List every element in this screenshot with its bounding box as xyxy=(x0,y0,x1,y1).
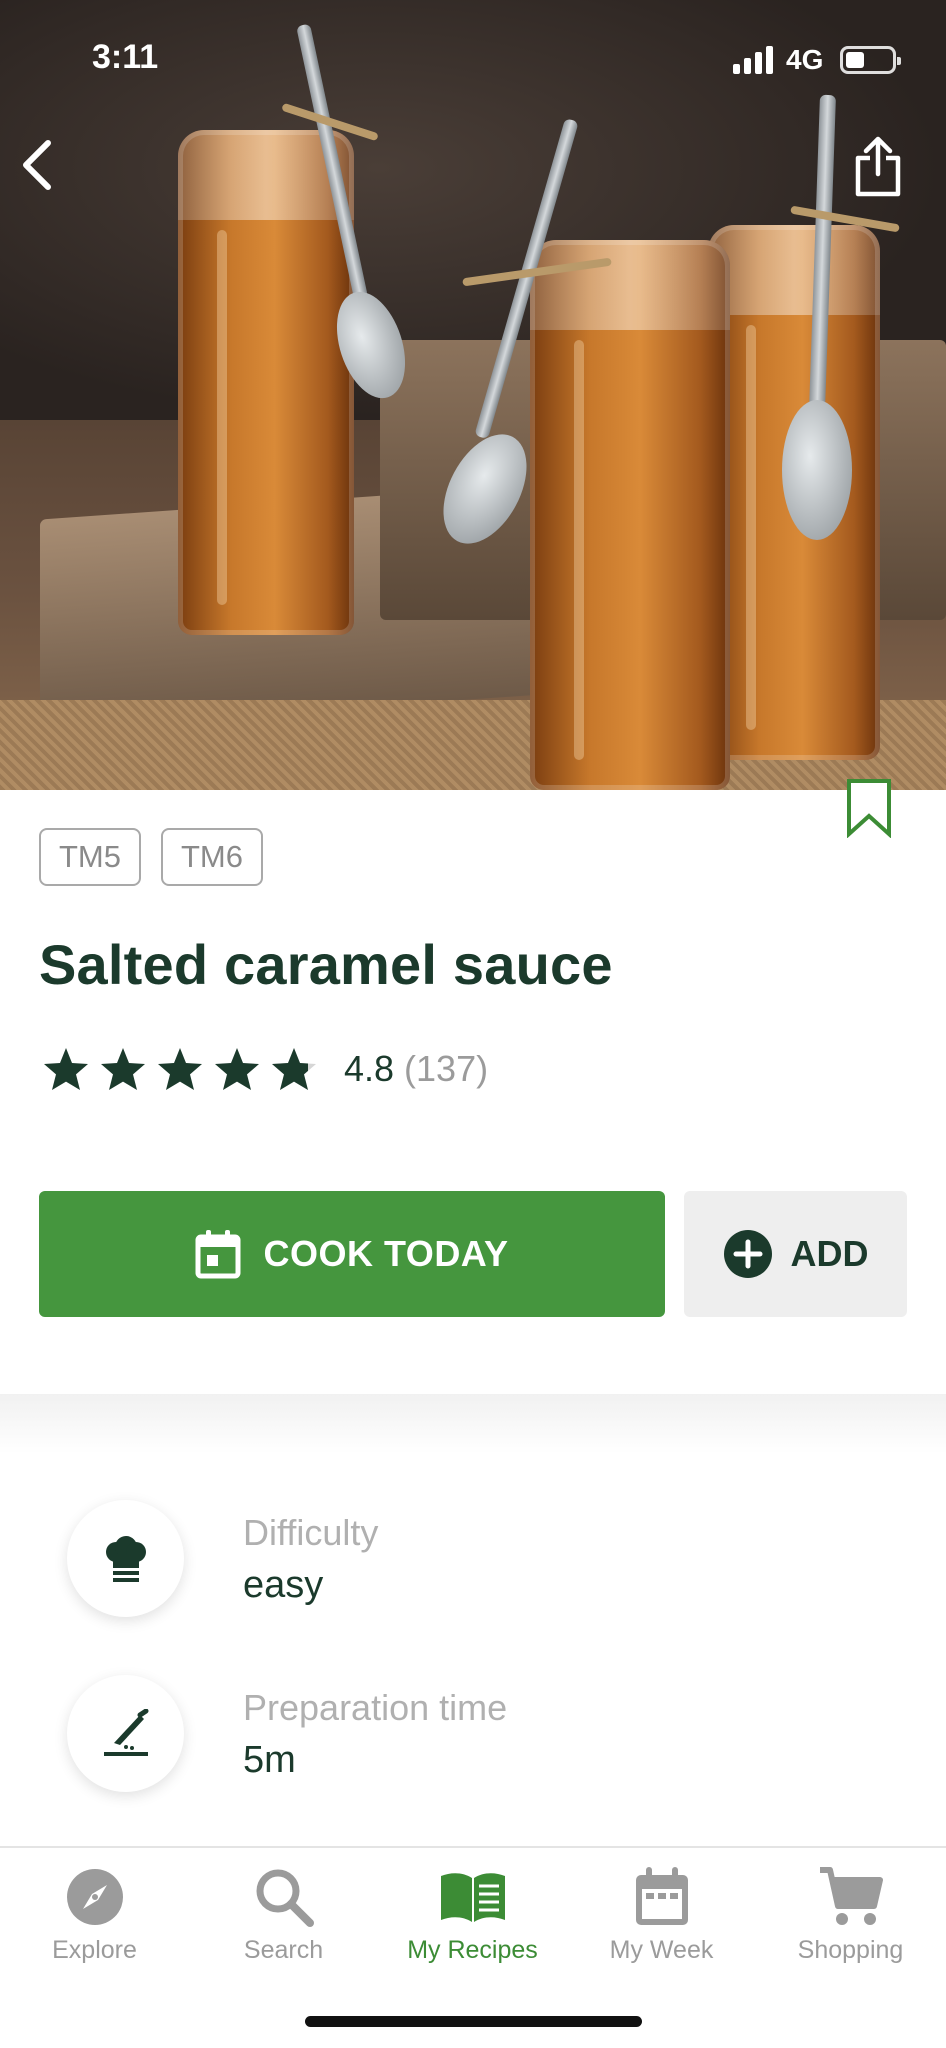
preparation-time-label: Preparation time xyxy=(243,1687,508,1728)
star-partial-icon xyxy=(272,1048,316,1090)
preparation-time-value: 5m xyxy=(243,1739,296,1781)
device-badges: TM5 TM6 xyxy=(39,828,263,886)
add-label: ADD xyxy=(790,1233,869,1274)
device-badge: TM6 xyxy=(161,828,263,886)
cook-today-button[interactable]: COOK TODAY xyxy=(39,1191,665,1317)
status-time: 3:11 xyxy=(92,38,159,76)
star-icon xyxy=(44,1048,88,1090)
tab-search-label: Search xyxy=(243,1936,324,1964)
star-icon xyxy=(215,1048,259,1090)
preparation-icon-circle xyxy=(67,1675,184,1792)
plus-circle-icon xyxy=(723,1230,772,1278)
share-icon xyxy=(855,136,901,197)
tab-search[interactable]: Search xyxy=(189,1862,378,1982)
difficulty-label: Difficulty xyxy=(243,1512,379,1553)
device-badge: TM5 xyxy=(39,828,141,886)
add-button[interactable]: ADD xyxy=(684,1191,907,1317)
open-book-icon xyxy=(440,1873,505,1922)
chevron-left-icon xyxy=(23,140,51,190)
back-button[interactable] xyxy=(10,130,66,200)
chef-hat-icon xyxy=(105,1535,146,1582)
section-divider xyxy=(0,1394,946,1454)
network-type: 4G xyxy=(786,44,824,75)
calendar-icon xyxy=(635,1867,688,1925)
rating-score: 4.8 xyxy=(344,1048,395,1089)
bookmark-icon xyxy=(847,779,891,839)
battery-icon xyxy=(840,46,901,74)
tab-my-recipes-label: My Recipes xyxy=(407,1936,538,1964)
difficulty-row: Difficulty easy xyxy=(0,1500,946,1630)
calendar-icon xyxy=(195,1230,241,1279)
knife-board-icon xyxy=(103,1708,148,1756)
tab-my-week-label: My Week xyxy=(609,1936,714,1964)
rating-stars xyxy=(42,1046,318,1092)
home-indicator[interactable] xyxy=(305,2016,642,2027)
star-icon xyxy=(158,1048,202,1090)
tab-explore[interactable]: Explore xyxy=(0,1862,189,1982)
compass-icon xyxy=(66,1869,123,1925)
rating[interactable]: 4.8 (137) xyxy=(42,1046,488,1092)
difficulty-icon-circle xyxy=(67,1500,184,1617)
cart-icon xyxy=(819,1867,883,1925)
tab-shopping-label: Shopping xyxy=(797,1936,904,1964)
recipe-title: Salted caramel sauce xyxy=(39,933,613,996)
tab-my-week[interactable]: My Week xyxy=(567,1862,756,1982)
rating-count: (137) xyxy=(404,1048,489,1089)
bookmark-button[interactable] xyxy=(846,778,892,839)
share-button[interactable] xyxy=(846,130,910,204)
caramel-jar-center xyxy=(530,240,730,790)
preparation-time-row: Preparation time 5m xyxy=(0,1675,946,1805)
cook-today-label: COOK TODAY xyxy=(263,1233,509,1274)
cellular-signal-icon xyxy=(733,46,775,74)
tab-shopping[interactable]: Shopping xyxy=(756,1862,945,1982)
search-icon xyxy=(256,1869,314,1927)
star-icon xyxy=(101,1048,145,1090)
status-bar: 3:11 4G xyxy=(0,0,946,120)
difficulty-value: easy xyxy=(243,1564,324,1606)
tab-explore-label: Explore xyxy=(52,1936,137,1964)
tab-my-recipes[interactable]: My Recipes xyxy=(378,1862,567,1982)
caramel-jar-left xyxy=(178,130,354,635)
